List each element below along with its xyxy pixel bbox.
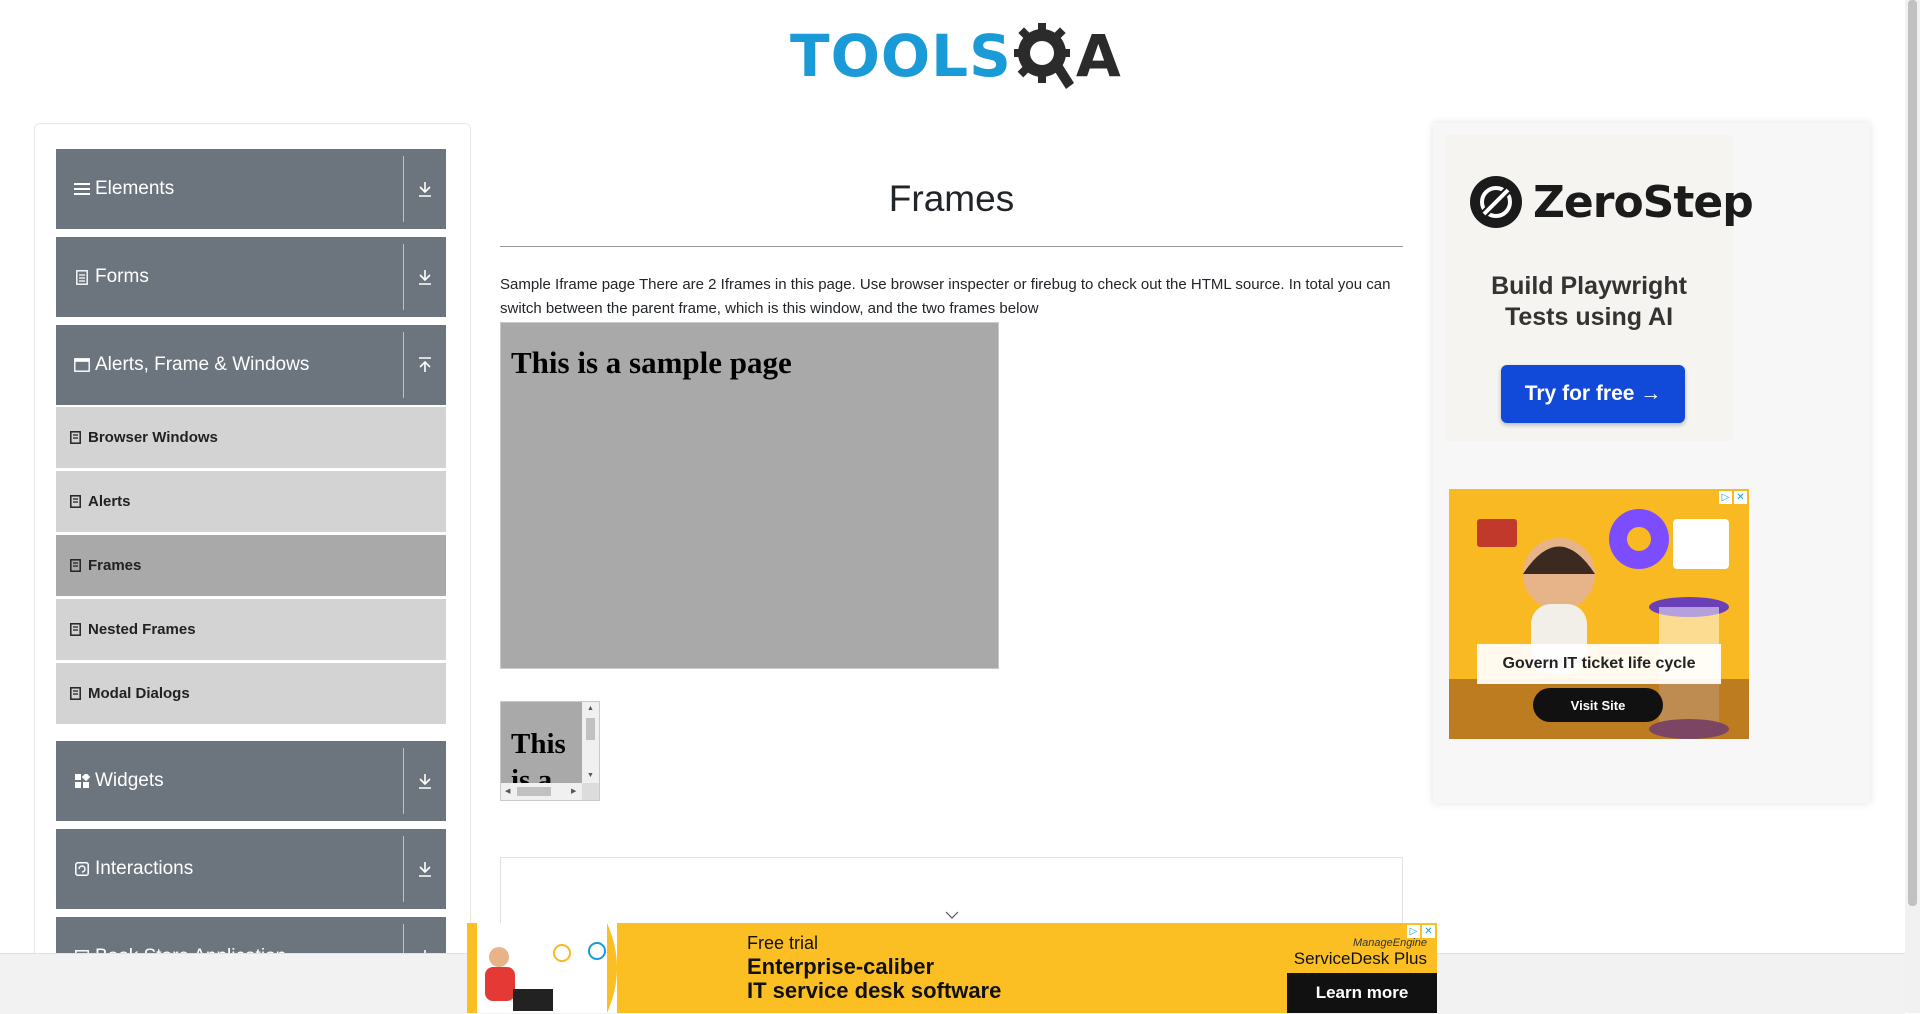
sidebar-group-label: Elements <box>95 178 175 199</box>
sidebar-item-modal-dialogs[interactable]: Modal Dialogs <box>56 663 446 725</box>
sidebar-group-elements[interactable]: Elements <box>56 149 446 229</box>
scroll-down-icon[interactable]: ▼ <box>587 772 594 779</box>
collapse-arrow-icon[interactable] <box>404 357 446 373</box>
iframe-large[interactable]: This is a sample page <box>500 322 999 669</box>
window-icon <box>73 356 91 374</box>
logo-qa: A <box>1012 21 1121 91</box>
zerostep-logo-icon <box>1470 176 1522 228</box>
zerostep-tagline: Build Playwright Tests using AI <box>1445 271 1733 333</box>
page-title: Frames <box>888 178 1015 219</box>
try-for-free-button[interactable]: Try for free → <box>1501 365 1685 423</box>
sidebar-item-label: Frames <box>88 557 142 574</box>
page-scrollbar[interactable] <box>1905 0 1920 1013</box>
expand-arrow-icon[interactable] <box>404 773 446 789</box>
list-item-icon <box>70 559 82 573</box>
manageengine-brand: ManageEngine ServiceDesk Plus <box>1294 937 1427 969</box>
menu-icon <box>73 180 91 198</box>
interactions-icon <box>73 860 91 878</box>
adchoices-icon[interactable]: ▷ <box>1719 491 1732 504</box>
toolsqa-logo[interactable]: TOOLS A <box>790 16 1121 96</box>
manageengine-small: ManageEngine <box>1352 937 1427 949</box>
logo-gear-icon <box>1013 23 1074 89</box>
scroll-left-icon[interactable]: ◀ <box>505 788 510 795</box>
zerostep-logo: ZeroStep <box>1469 175 1754 229</box>
sidebar-group-interactions[interactable]: Interactions <box>56 829 446 909</box>
learn-more-button[interactable]: Learn more <box>1287 973 1437 1013</box>
sidebar-group-forms[interactable]: Forms <box>56 237 446 317</box>
servicedesk-plus-brand: ServiceDesk Plus <box>1293 949 1427 968</box>
expand-arrow-icon[interactable] <box>404 181 446 197</box>
logo-a-text: A <box>1075 22 1121 90</box>
widgets-icon <box>73 772 91 790</box>
sidebar-item-label: Browser Windows <box>88 429 218 446</box>
close-icon[interactable]: ✕ <box>1734 491 1747 504</box>
frame2-horizontal-scrollbar[interactable]: ◀ ▶ <box>501 783 584 800</box>
expand-arrow-icon[interactable] <box>404 269 446 285</box>
close-icon[interactable]: ✕ <box>1422 925 1435 938</box>
scroll-right-icon[interactable]: ▶ <box>571 788 576 795</box>
zerostep-ad[interactable]: ZeroStep Build Playwright Tests using AI… <box>1445 135 1754 441</box>
ad-illustration <box>477 923 617 1013</box>
iframe-small[interactable]: This is a ▲ ▼ ◀ ▶ <box>500 701 600 801</box>
title-divider <box>500 246 1403 247</box>
bottom-ad-headline-line2: IT service desk software <box>747 978 1002 1003</box>
left-sidebar: Elements Forms Alerts, Frame & Windows B… <box>34 123 471 1005</box>
list-item-icon <box>70 431 82 445</box>
adchoices-icon[interactable]: ▷ <box>1407 925 1420 938</box>
sidebar-item-nested-frames[interactable]: Nested Frames <box>56 599 446 661</box>
scrollbar-corner <box>582 783 599 800</box>
sidebar-group-label: Alerts, Frame & Windows <box>95 354 310 375</box>
expand-arrow-icon[interactable] <box>404 861 446 877</box>
sidebar-group-label: Widgets <box>95 770 164 791</box>
zerostep-tagline-line2: Tests using AI <box>1504 303 1674 331</box>
sidebar-group-label: Interactions <box>95 858 194 879</box>
frame1-heading: This is a sample page <box>511 345 792 380</box>
sidebar-item-frames[interactable]: Frames <box>56 535 446 597</box>
page-scrollbar-thumb[interactable] <box>1908 0 1917 906</box>
bottom-banner-ad[interactable]: Free trial Enterprise-caliber IT service… <box>467 923 1437 1013</box>
chevron-down-icon[interactable] <box>945 906 959 924</box>
scrollbar-thumb[interactable] <box>586 718 595 740</box>
servicedesk-caption: Govern IT ticket life cycle <box>1477 644 1721 684</box>
sidebar-item-label: Nested Frames <box>88 621 196 638</box>
frame2-vertical-scrollbar[interactable]: ▲ ▼ <box>582 702 599 785</box>
zerostep-tagline-line1: Build Playwright <box>1491 272 1687 300</box>
sidebar-group-alerts-frame-windows[interactable]: Alerts, Frame & Windows <box>56 325 446 405</box>
list-item-icon <box>70 687 82 701</box>
list-item-icon <box>70 623 82 637</box>
ad-choices[interactable]: ▷ ✕ <box>1407 925 1435 938</box>
sidebar-group-label: Forms <box>95 266 149 287</box>
free-trial-label: Free trial <box>747 933 819 953</box>
sidebar-item-browser-windows[interactable]: Browser Windows <box>56 407 446 469</box>
sidebar-item-alerts[interactable]: Alerts <box>56 471 446 533</box>
right-ad-column: ZeroStep Build Playwright Tests using AI… <box>1433 123 1870 803</box>
list-item-icon <box>70 495 82 509</box>
ad-choices[interactable]: ▷ ✕ <box>1719 491 1747 504</box>
zerostep-brand: ZeroStep <box>1533 176 1754 228</box>
scroll-up-icon[interactable]: ▲ <box>587 705 594 712</box>
frames-description: Sample Iframe page There are 2 Iframes i… <box>500 276 1391 317</box>
visit-site-button[interactable]: Visit Site <box>1533 688 1663 722</box>
scrollbar-thumb[interactable] <box>517 787 551 796</box>
servicedesk-square-ad[interactable]: ▷ ✕ Govern IT ticket life cycle Visit Si… <box>1449 489 1749 739</box>
sidebar-item-label: Alerts <box>88 493 131 510</box>
document-icon <box>73 268 91 286</box>
logo-tools-text: TOOLS <box>790 22 1012 90</box>
sidebar-item-label: Modal Dialogs <box>88 685 190 702</box>
sidebar-group-widgets[interactable]: Widgets <box>56 741 446 821</box>
bottom-ad-headline-line1: Enterprise-caliber <box>747 954 935 979</box>
